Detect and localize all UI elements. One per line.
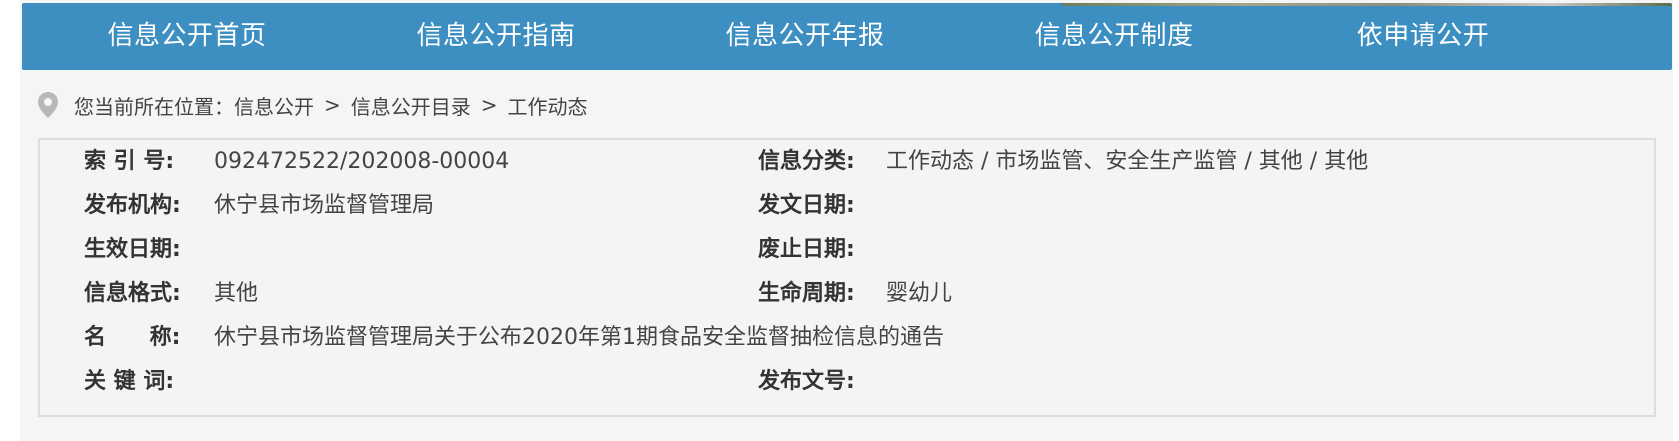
meta-row-format: 信息格式: 其他 生命周期: 婴幼儿 bbox=[40, 276, 1654, 312]
nav-item-guide[interactable]: 信息公开指南 bbox=[331, 3, 661, 70]
breadcrumb-separator: > bbox=[480, 93, 498, 117]
meta-row-title: 名 称: 休宁县市场监督管理局关于公布2020年第1期食品安全监督抽检信息的通告 bbox=[40, 320, 1654, 356]
keywords-label: 关 键 词: bbox=[84, 369, 175, 394]
breadcrumb-link-info-disclosure[interactable]: 信息公开 bbox=[234, 91, 314, 120]
nav-item-home[interactable]: 信息公开首页 bbox=[22, 3, 352, 70]
breadcrumb: 您当前所在位置： 信息公开 > 信息公开目录 > 工作动态 bbox=[36, 88, 588, 122]
format-label: 信息格式: bbox=[84, 281, 181, 306]
issue-date-label: 发文日期: bbox=[758, 193, 855, 218]
publisher-label: 发布机构: bbox=[84, 193, 181, 218]
breadcrumb-separator: > bbox=[324, 93, 341, 117]
life-cycle-label: 生命周期: bbox=[758, 281, 855, 306]
title-value: 休宁县市场监督管理局关于公布2020年第1期食品安全监督抽检信息的通告 bbox=[214, 325, 944, 350]
nav-item-system[interactable]: 信息公开制度 bbox=[949, 3, 1279, 70]
doc-number-label: 发布文号: bbox=[758, 369, 855, 394]
breadcrumb-prefix: 您当前所在位置： bbox=[74, 94, 234, 119]
meta-row-index: 索 引 号: 092472522/202008-00004 信息分类: 工作动态… bbox=[40, 144, 1654, 180]
meta-row-effective: 生效日期: 废止日期: bbox=[40, 232, 1654, 268]
publisher-value: 休宁县市场监督管理局 bbox=[214, 193, 435, 218]
category-value: 工作动态 / 市场监管、安全生产监管 / 其他 / 其他 bbox=[886, 149, 1369, 174]
document-metadata-panel: 索 引 号: 092472522/202008-00004 信息分类: 工作动态… bbox=[38, 138, 1656, 417]
top-navigation-bar: 信息公开首页 信息公开指南 信息公开年报 信息公开制度 依申请公开 bbox=[22, 3, 1672, 70]
index-number-value: 092472522/202008-00004 bbox=[214, 149, 510, 174]
life-cycle-value: 婴幼儿 bbox=[886, 281, 953, 306]
meta-row-keywords: 关 键 词: 发布文号: bbox=[40, 364, 1654, 400]
category-label: 信息分类: bbox=[758, 149, 855, 174]
meta-row-publisher: 发布机构: 休宁县市场监督管理局 发文日期: bbox=[40, 188, 1654, 224]
index-number-label: 索 引 号: bbox=[84, 149, 175, 174]
title-label: 名 称: bbox=[84, 325, 181, 350]
breadcrumb-link-catalog[interactable]: 信息公开目录 bbox=[351, 91, 471, 120]
nav-item-apply-disclosure[interactable]: 依申请公开 bbox=[1258, 3, 1588, 70]
expiry-date-label: 废止日期: bbox=[758, 237, 855, 262]
nav-item-annual-report[interactable]: 信息公开年报 bbox=[640, 3, 970, 70]
breadcrumb-link-work-news[interactable]: 工作动态 bbox=[508, 91, 588, 120]
effective-date-label: 生效日期: bbox=[84, 237, 181, 262]
page-right-margin bbox=[1673, 0, 1679, 441]
format-value: 其他 bbox=[214, 281, 259, 306]
location-pin-icon bbox=[36, 91, 60, 119]
page-left-margin bbox=[0, 0, 20, 441]
